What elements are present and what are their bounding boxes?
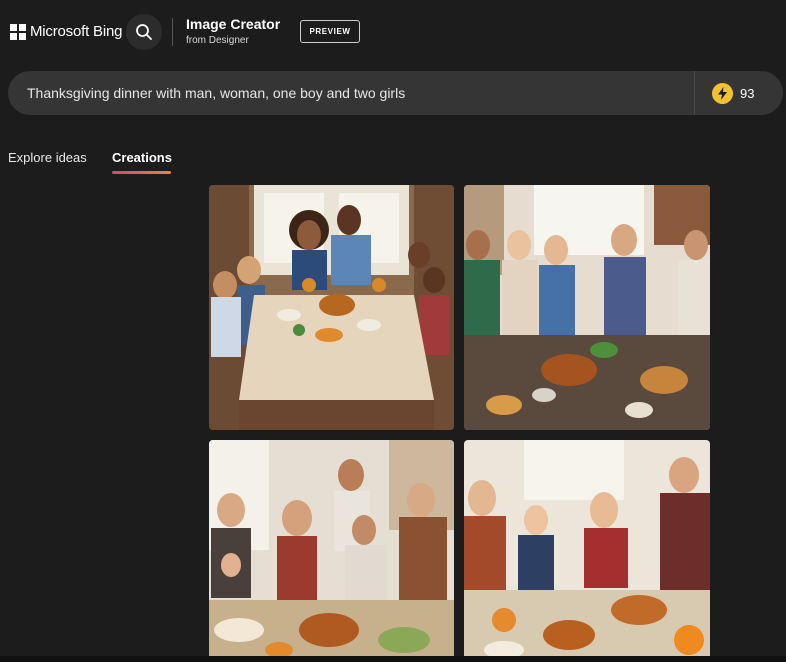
bottom-edge xyxy=(0,656,786,662)
tab-creations[interactable]: Creations xyxy=(112,150,172,165)
preview-badge: PREVIEW xyxy=(300,20,360,43)
prompt-separator xyxy=(694,71,695,115)
prompt-bar: 93 xyxy=(8,71,783,115)
creation-image-4[interactable] xyxy=(464,440,710,662)
boosts-counter[interactable]: 93 xyxy=(712,82,782,104)
prompt-input[interactable] xyxy=(27,71,677,115)
app-subtitle: from Designer xyxy=(186,35,249,46)
header-divider xyxy=(172,18,173,46)
boosts-count: 93 xyxy=(740,85,755,101)
microsoft-logo-icon[interactable] xyxy=(10,24,26,40)
app-title[interactable]: Image Creator xyxy=(186,16,280,32)
search-button[interactable] xyxy=(126,14,162,50)
active-tab-indicator xyxy=(112,171,171,174)
tab-explore-ideas[interactable]: Explore ideas xyxy=(8,150,87,165)
search-icon xyxy=(136,24,152,40)
creation-image-3[interactable] xyxy=(209,440,454,662)
lightning-bolt-icon xyxy=(712,82,733,104)
creation-image-1[interactable] xyxy=(209,185,454,430)
creation-image-2[interactable] xyxy=(464,185,710,430)
brand-name[interactable]: Microsoft Bing xyxy=(30,23,122,40)
header: Microsoft Bing Image Creator from Design… xyxy=(0,0,786,64)
